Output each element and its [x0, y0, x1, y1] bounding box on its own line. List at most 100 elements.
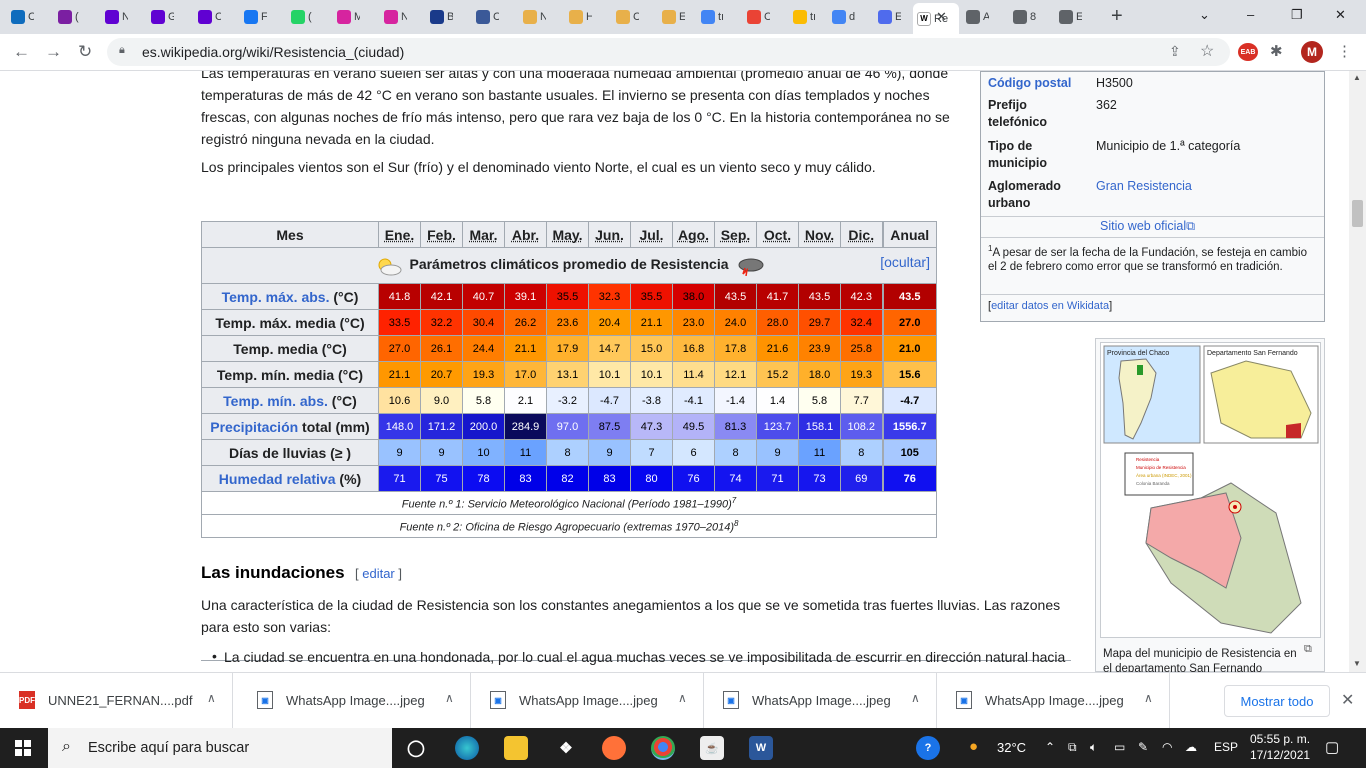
temperature[interactable]: 32°C: [997, 740, 1026, 755]
row-label-link[interactable]: Precipitación: [210, 419, 298, 435]
search-placeholder[interactable]: Escribe aquí para buscar: [88, 740, 249, 756]
profile-avatar[interactable]: M: [1301, 41, 1323, 63]
java-icon[interactable]: ☕: [700, 736, 724, 760]
browser-tab[interactable]: E: [1055, 4, 1082, 30]
download-item[interactable]: ▣ WhatsApp Image....jpeg ∧: [471, 673, 704, 728]
battery-icon[interactable]: ▭: [1114, 740, 1125, 754]
word-icon[interactable]: W: [749, 736, 773, 760]
minimize-icon[interactable]: –: [1247, 7, 1254, 22]
browser-tab[interactable]: N: [519, 4, 546, 30]
ref-sup[interactable]: 8: [734, 519, 738, 528]
restore-icon[interactable]: ❐: [1291, 7, 1303, 23]
page-scrollbar[interactable]: ▲ ▼: [1349, 71, 1366, 672]
weather-sun-icon[interactable]: ●: [969, 738, 978, 755]
wikidata-text[interactable]: editar datos en Wikidata: [991, 300, 1109, 312]
edit-link[interactable]: editar: [362, 566, 395, 581]
notifications-icon[interactable]: ▢: [1325, 738, 1339, 756]
show-all-button[interactable]: Mostrar todo: [1224, 685, 1330, 717]
wifi-icon[interactable]: ◠: [1162, 740, 1172, 754]
language-indicator[interactable]: ESP: [1214, 740, 1238, 754]
scroll-down-icon[interactable]: ▼: [1353, 659, 1361, 668]
extensions-puzzle-icon[interactable]: ✱: [1270, 42, 1283, 60]
scroll-up-icon[interactable]: ▲: [1353, 73, 1361, 82]
file-explorer-icon[interactable]: [504, 736, 528, 760]
clock[interactable]: 05:55 p. m. 17/12/2021: [1250, 731, 1310, 763]
official-website-link[interactable]: Sitio web oficial⧉: [1100, 219, 1195, 234]
urban-agglomeration-link[interactable]: Gran Resistencia: [1096, 178, 1316, 195]
download-item[interactable]: ▣ WhatsApp Image....jpeg ∧: [937, 673, 1170, 728]
bookmark-star-icon[interactable]: ☆: [1200, 41, 1214, 61]
taskbar-search-box[interactable]: ⌕ Escribe aquí para buscar: [48, 728, 392, 768]
browser-tab[interactable]: d: [828, 4, 855, 30]
browser-tab[interactable]: tı: [789, 4, 816, 30]
browser-tab[interactable]: C: [612, 4, 639, 30]
chevron-up-icon[interactable]: ∧: [1144, 691, 1153, 705]
browser-menu-icon[interactable]: ⋮: [1337, 42, 1352, 60]
enlarge-icon[interactable]: ⧉: [1304, 643, 1312, 656]
extension-eab-icon[interactable]: EAB: [1238, 43, 1258, 61]
lock-icon[interactable]: 🔒︎: [119, 44, 125, 57]
clock-time[interactable]: 05:55 p. m.: [1250, 731, 1310, 747]
download-filename[interactable]: WhatsApp Image....jpeg: [752, 693, 891, 708]
windows-start-icon[interactable]: [15, 740, 31, 756]
browser-tab[interactable]: C: [472, 4, 499, 30]
firefox-icon[interactable]: [602, 736, 626, 760]
chevron-up-icon[interactable]: ∧: [207, 691, 216, 705]
download-item[interactable]: ▣ WhatsApp Image....jpeg ∧: [704, 673, 937, 728]
map-image[interactable]: Provincia del Chaco Departamento San Fer…: [1100, 342, 1321, 638]
browser-tab[interactable]: H: [565, 4, 592, 30]
help-icon[interactable]: ?: [916, 736, 940, 760]
ref-sup[interactable]: 7: [732, 496, 736, 505]
browser-tab[interactable]: (: [287, 4, 314, 30]
postal-code-label[interactable]: Código postal: [988, 75, 1088, 92]
browser-tab[interactable]: B: [426, 4, 453, 30]
scrollbar-thumb[interactable]: [1352, 200, 1363, 227]
pen-icon[interactable]: ✎: [1138, 740, 1148, 754]
browser-tab[interactable]: E: [874, 4, 901, 30]
browser-tab[interactable]: G: [147, 4, 174, 30]
browser-tab[interactable]: E: [658, 4, 685, 30]
download-filename[interactable]: UNNE21_FERNAN....pdf: [48, 693, 193, 708]
download-item[interactable]: ▣ WhatsApp Image....jpeg ∧: [238, 673, 471, 728]
clock-date[interactable]: 17/12/2021: [1250, 747, 1310, 763]
browser-tab[interactable]: F: [240, 4, 267, 30]
new-tab-icon[interactable]: +: [1111, 5, 1123, 28]
browser-tab[interactable]: tı: [697, 4, 724, 30]
download-filename[interactable]: WhatsApp Image....jpeg: [985, 693, 1124, 708]
download-filename[interactable]: WhatsApp Image....jpeg: [286, 693, 425, 708]
chrome-icon[interactable]: [651, 736, 675, 760]
dropbox-icon[interactable]: ❖: [554, 736, 578, 760]
browser-tab[interactable]: C: [194, 4, 221, 30]
download-filename[interactable]: WhatsApp Image....jpeg: [519, 693, 658, 708]
browser-tab[interactable]: C: [7, 4, 34, 30]
edge-icon[interactable]: [455, 736, 479, 760]
tab-search-icon[interactable]: ⌄: [1199, 7, 1210, 23]
close-tab-icon[interactable]: ✕: [936, 9, 947, 25]
browser-tab[interactable]: 8: [1009, 4, 1036, 30]
chevron-up-icon[interactable]: ⌃: [1045, 740, 1055, 754]
hide-table-link[interactable]: [ocultar]: [880, 254, 930, 270]
share-icon[interactable]: ⇪: [1169, 43, 1181, 60]
browser-tab[interactable]: M: [333, 4, 360, 30]
close-window-icon[interactable]: ✕: [1335, 7, 1346, 23]
network-icon[interactable]: ⧉: [1068, 740, 1077, 755]
row-label-link[interactable]: Temp. máx. abs.: [222, 289, 330, 305]
task-view-icon[interactable]: ◯: [404, 736, 428, 760]
forward-icon[interactable]: →: [45, 42, 62, 62]
close-icon[interactable]: ✕: [1341, 690, 1354, 710]
chevron-up-icon[interactable]: ∧: [911, 691, 920, 705]
url-text[interactable]: es.wikipedia.org/wiki/Resistencia_(ciuda…: [142, 44, 404, 60]
cloud-icon[interactable]: ☁: [1185, 740, 1197, 754]
browser-tab[interactable]: N: [380, 4, 407, 30]
chevron-up-icon[interactable]: ∧: [445, 691, 454, 705]
download-item[interactable]: PDF UNNE21_FERNAN....pdf ∧: [0, 673, 233, 728]
address-bar[interactable]: 🔒︎ es.wikipedia.org/wiki/Resistencia_(ci…: [107, 38, 1230, 66]
volume-icon[interactable]: 🔈︎: [1090, 740, 1097, 755]
browser-tab[interactable]: (: [54, 4, 81, 30]
row-label-link[interactable]: Humedad relativa: [219, 471, 336, 487]
browser-tab[interactable]: N: [101, 4, 128, 30]
chevron-up-icon[interactable]: ∧: [678, 691, 687, 705]
row-label-link[interactable]: Temp. mín. abs.: [223, 393, 328, 409]
browser-tab[interactable]: A: [962, 4, 989, 30]
back-icon[interactable]: ←: [13, 42, 30, 62]
